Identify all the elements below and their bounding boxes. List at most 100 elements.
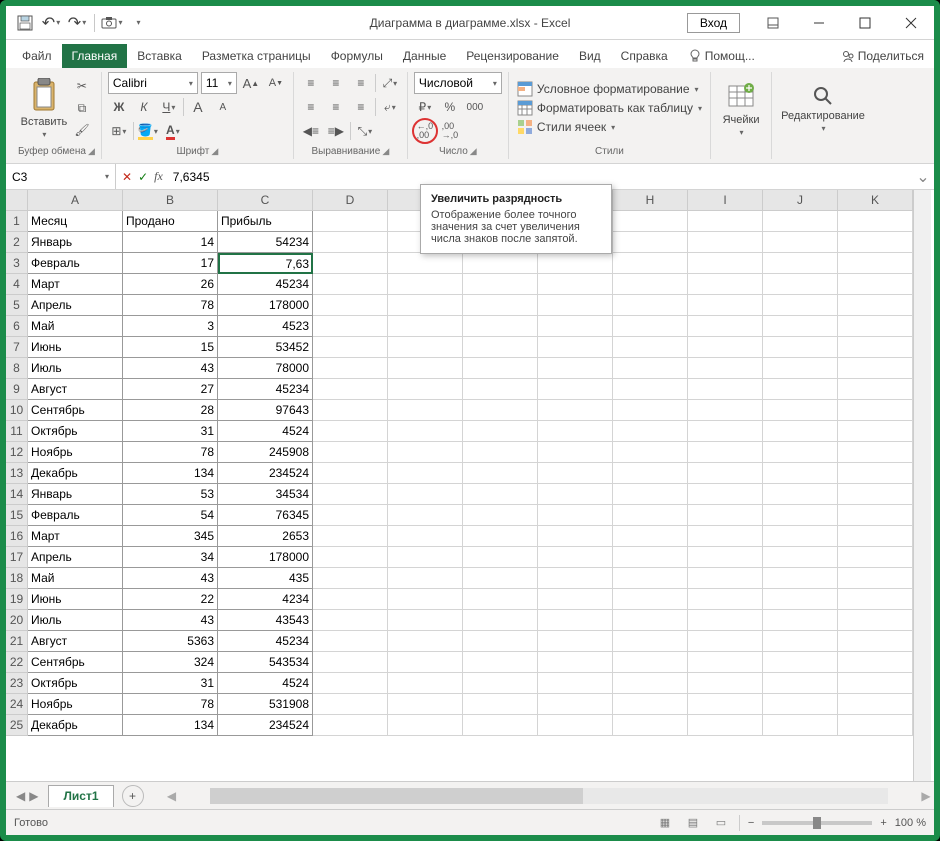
align-center-icon[interactable]: ≡ <box>325 96 347 118</box>
row-header-19[interactable]: 19 <box>6 589 28 610</box>
cell-G7[interactable] <box>538 337 613 358</box>
cell-K15[interactable] <box>838 505 913 526</box>
cell-D3[interactable] <box>313 253 388 274</box>
login-button[interactable]: Вход <box>687 13 740 33</box>
cell-I1[interactable] <box>688 211 763 232</box>
cell-D1[interactable] <box>313 211 388 232</box>
cell-C6[interactable]: 4523 <box>218 316 313 337</box>
number-format-select[interactable]: Числовой▾ <box>414 72 502 94</box>
cell-F13[interactable] <box>463 463 538 484</box>
share-button[interactable]: Поделиться <box>831 44 934 68</box>
cell-I19[interactable] <box>688 589 763 610</box>
col-header-K[interactable]: K <box>838 190 913 211</box>
cell-D16[interactable] <box>313 526 388 547</box>
row-header-7[interactable]: 7 <box>6 337 28 358</box>
cell-D22[interactable] <box>313 652 388 673</box>
row-header-10[interactable]: 10 <box>6 400 28 421</box>
cell-K14[interactable] <box>838 484 913 505</box>
cell-K25[interactable] <box>838 715 913 736</box>
cell-E10[interactable] <box>388 400 463 421</box>
cell-A10[interactable]: Сентябрь <box>28 400 123 421</box>
cell-J2[interactable] <box>763 232 838 253</box>
cell-J9[interactable] <box>763 379 838 400</box>
cell-J12[interactable] <box>763 442 838 463</box>
cell-G15[interactable] <box>538 505 613 526</box>
cell-J21[interactable] <box>763 631 838 652</box>
cell-B24[interactable]: 78 <box>123 694 218 715</box>
cell-K18[interactable] <box>838 568 913 589</box>
cell-E23[interactable] <box>388 673 463 694</box>
borders-button[interactable]: ⊞▾ <box>108 120 130 142</box>
cell-K16[interactable] <box>838 526 913 547</box>
cut-icon[interactable]: ✂ <box>71 75 93 97</box>
cell-J13[interactable] <box>763 463 838 484</box>
cell-F12[interactable] <box>463 442 538 463</box>
hscroll-right[interactable]: ▶ <box>918 789 934 803</box>
cell-J6[interactable] <box>763 316 838 337</box>
cell-I2[interactable] <box>688 232 763 253</box>
row-header-16[interactable]: 16 <box>6 526 28 547</box>
row-header-15[interactable]: 15 <box>6 505 28 526</box>
cell-A1[interactable]: Месяц <box>28 211 123 232</box>
cell-H21[interactable] <box>613 631 688 652</box>
cell-G23[interactable] <box>538 673 613 694</box>
cell-I8[interactable] <box>688 358 763 379</box>
cell-J20[interactable] <box>763 610 838 631</box>
cell-B19[interactable]: 22 <box>123 589 218 610</box>
zoom-level[interactable]: 100 % <box>895 817 926 829</box>
cell-A25[interactable]: Декабрь <box>28 715 123 736</box>
cell-G22[interactable] <box>538 652 613 673</box>
select-all-corner[interactable] <box>6 190 28 211</box>
cell-B4[interactable]: 26 <box>123 274 218 295</box>
cell-F17[interactable] <box>463 547 538 568</box>
cell-H23[interactable] <box>613 673 688 694</box>
cell-E22[interactable] <box>388 652 463 673</box>
expand-formula-icon[interactable]: ⌄ <box>912 167 934 187</box>
normal-view-icon[interactable]: ▦ <box>655 814 675 832</box>
cell-I4[interactable] <box>688 274 763 295</box>
minimize-button[interactable] <box>796 6 842 39</box>
cell-A22[interactable]: Сентябрь <box>28 652 123 673</box>
cell-B21[interactable]: 5363 <box>123 631 218 652</box>
align-right-icon[interactable]: ≡ <box>350 96 372 118</box>
cell-H11[interactable] <box>613 421 688 442</box>
cell-A8[interactable]: Июль <box>28 358 123 379</box>
cell-B25[interactable]: 134 <box>123 715 218 736</box>
tab-prev-icon[interactable]: ◀ <box>16 789 25 803</box>
cell-G9[interactable] <box>538 379 613 400</box>
row-header-25[interactable]: 25 <box>6 715 28 736</box>
cell-C9[interactable]: 45234 <box>218 379 313 400</box>
cell-B14[interactable]: 53 <box>123 484 218 505</box>
cell-D11[interactable] <box>313 421 388 442</box>
cell-B10[interactable]: 28 <box>123 400 218 421</box>
cell-E9[interactable] <box>388 379 463 400</box>
paste-button[interactable]: Вставить▾ <box>20 78 68 139</box>
cell-H15[interactable] <box>613 505 688 526</box>
cell-F9[interactable] <box>463 379 538 400</box>
cell-F23[interactable] <box>463 673 538 694</box>
cell-I5[interactable] <box>688 295 763 316</box>
cell-B9[interactable]: 27 <box>123 379 218 400</box>
sheet-tab[interactable]: Лист1 <box>48 785 113 807</box>
cell-H5[interactable] <box>613 295 688 316</box>
cell-F19[interactable] <box>463 589 538 610</box>
cell-G20[interactable] <box>538 610 613 631</box>
autosave-icon[interactable] <box>14 12 36 34</box>
cell-K2[interactable] <box>838 232 913 253</box>
row-header-4[interactable]: 4 <box>6 274 28 295</box>
cell-H12[interactable] <box>613 442 688 463</box>
tab-data[interactable]: Данные <box>393 44 456 68</box>
tab-file[interactable]: Файл <box>12 44 62 68</box>
underline-button[interactable]: Ч▾ <box>158 96 180 118</box>
page-layout-view-icon[interactable]: ▤ <box>683 814 703 832</box>
cell-E13[interactable] <box>388 463 463 484</box>
cell-C19[interactable]: 4234 <box>218 589 313 610</box>
cell-H13[interactable] <box>613 463 688 484</box>
ribbon-options-icon[interactable] <box>750 6 796 39</box>
shrink-font-icon[interactable]: A <box>212 96 234 118</box>
cell-K6[interactable] <box>838 316 913 337</box>
cell-C12[interactable]: 245908 <box>218 442 313 463</box>
cell-G3[interactable] <box>538 253 613 274</box>
cell-A24[interactable]: Ноябрь <box>28 694 123 715</box>
cell-E17[interactable] <box>388 547 463 568</box>
